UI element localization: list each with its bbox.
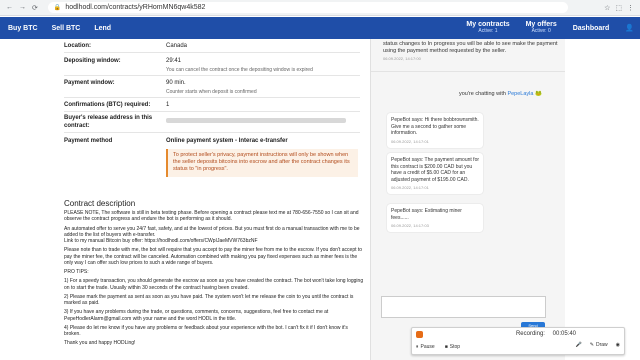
location-value: Canada bbox=[166, 43, 188, 49]
pause-icon: ⏸ bbox=[416, 344, 419, 350]
avatar-icon: 🐸 bbox=[534, 91, 542, 97]
nav-my-contracts-count: Active: 1 bbox=[478, 28, 498, 35]
description-paragraph: 1) For a speedy transaction, you should … bbox=[64, 278, 364, 291]
divider bbox=[64, 52, 360, 53]
draw-label: Draw bbox=[595, 342, 608, 348]
chat-partner-name[interactable]: PepeLayla bbox=[507, 91, 533, 97]
stop-button[interactable]: ■ Stop bbox=[445, 344, 460, 350]
extensions: ☆ ⬚ ⋮ bbox=[604, 4, 640, 12]
description-paragraph: 2) Please mark the payment as sent as so… bbox=[64, 293, 354, 306]
nav-dashboard[interactable]: Dashboard bbox=[573, 25, 610, 32]
recorder-widget: Recording: 00:05:40 ⏸ Pause ■ Stop 🎤 ✎ D… bbox=[411, 327, 625, 355]
description-paragraph: Thank you and happy HODLing! bbox=[64, 340, 136, 347]
forward-icon[interactable]: → bbox=[19, 4, 26, 12]
nav-my-offers[interactable]: My offers Active: 0 bbox=[526, 21, 557, 34]
lock-icon: 🔒 bbox=[53, 5, 62, 11]
chat-message-text: PepeBot says: Estimating miner fees.....… bbox=[391, 208, 462, 221]
description-paragraph: Please note than to trade with me, the b… bbox=[64, 247, 363, 266]
privacy-warning: To protect seller's privacy, payment ins… bbox=[166, 149, 358, 177]
address-bar[interactable]: 🔒 hodlhodl.com/contracts/yRHomMN6qw4k582 bbox=[47, 2, 568, 13]
recording-status: Recording: 00:05:40 bbox=[516, 331, 576, 337]
confirmations-value: 1 bbox=[166, 102, 170, 108]
description-paragraph: 3) If you have any problems during the t… bbox=[64, 309, 329, 322]
chat-message: PepeBot says: Hi there bobbrownsmith. Gi… bbox=[387, 113, 483, 148]
release-address-redacted bbox=[166, 118, 346, 123]
chat-message: PepeBot says: The payment amount for thi… bbox=[387, 153, 483, 195]
location-label: Location: bbox=[64, 43, 91, 49]
payment-window-value: 90 min. bbox=[166, 80, 186, 86]
chat-message-text: PepeBot says: Hi there bobbrownsmith. Gi… bbox=[391, 117, 479, 136]
deposit-window-note: You can cancel the contract once the dep… bbox=[166, 67, 313, 73]
site-header: Buy BTC Sell BTC Lend My contracts Activ… bbox=[0, 17, 640, 39]
mic-icon[interactable]: 🎤 bbox=[576, 342, 582, 348]
reload-icon[interactable]: ⟳ bbox=[32, 4, 38, 12]
chat-message-timestamp: 06.09.2022, 14:17:01 bbox=[391, 185, 429, 190]
description-paragraph: PRO TIPS: bbox=[64, 269, 89, 275]
nav-lend[interactable]: Lend bbox=[94, 25, 111, 32]
description-paragraph: 4) Please do let me know if you have any… bbox=[64, 324, 348, 337]
description-paragraph: PLEASE NOTE, The software is still in be… bbox=[64, 210, 359, 223]
chat-partner-prefix: you're chatting with bbox=[459, 91, 506, 97]
stop-label: Stop bbox=[449, 344, 461, 350]
chat-input[interactable] bbox=[381, 296, 546, 318]
chat-system-text: status changes to In progress you will b… bbox=[383, 41, 558, 55]
release-address-label: Buyer's release address in this contract… bbox=[64, 115, 153, 129]
pause-label: Pause bbox=[420, 344, 435, 350]
pause-button[interactable]: ⏸ Pause bbox=[416, 344, 435, 350]
stop-icon: ■ bbox=[444, 344, 448, 350]
recording-time: 00:05:40 bbox=[552, 331, 576, 337]
pen-icon: ✎ bbox=[589, 342, 594, 348]
contract-description: Contract description PLEASE NOTE, The so… bbox=[64, 199, 364, 350]
url-text: hodlhodl.com/contracts/yRHomMN6qw4k582 bbox=[65, 4, 206, 11]
chat-message-text: PepeBot says: The payment amount for thi… bbox=[391, 157, 480, 183]
nav-my-contracts[interactable]: My contracts Active: 1 bbox=[466, 21, 509, 34]
confirmations-label: Confirmations (BTC) required: bbox=[64, 102, 151, 108]
star-icon[interactable]: ☆ bbox=[604, 4, 610, 12]
description-paragraph: An automated offer to serve you 24/7 fas… bbox=[64, 225, 360, 238]
menu-icon[interactable]: ⋮ bbox=[627, 4, 634, 12]
description-link[interactable]: Link to my manual Bitcoin buy offer: htt… bbox=[64, 238, 364, 244]
page-margin bbox=[565, 39, 640, 360]
divider bbox=[64, 111, 360, 112]
browser-toolbar: ← → ⟳ 🔒 hodlhodl.com/contracts/yRHomMN6q… bbox=[0, 0, 640, 16]
chat-message-timestamp: 06.09.2022, 14:17:01 bbox=[391, 138, 429, 144]
divider bbox=[371, 71, 566, 72]
chat-message: PepeBot says: Estimating miner fees.....… bbox=[387, 204, 483, 233]
chat-panel: status changes to In progress you will b… bbox=[370, 39, 566, 360]
deposit-window-label: Depositing window: bbox=[64, 58, 121, 64]
extension-icon[interactable]: ⬚ bbox=[615, 4, 622, 12]
user-menu-icon[interactable]: 👤 bbox=[625, 24, 634, 32]
payment-method-value: Online payment system - Interac e-transf… bbox=[166, 138, 288, 144]
chat-system-message: status changes to In progress you will b… bbox=[383, 41, 558, 61]
recorder-logo-icon bbox=[416, 331, 423, 338]
description-title: Contract description bbox=[64, 199, 136, 208]
nav-buy-btc[interactable]: Buy BTC bbox=[8, 25, 38, 32]
divider bbox=[64, 97, 360, 98]
back-icon[interactable]: ← bbox=[6, 4, 13, 12]
nav-my-offers-count: Active: 0 bbox=[531, 28, 551, 35]
recording-label: Recording: bbox=[515, 331, 545, 337]
deposit-window-value: 29:41 bbox=[166, 58, 182, 64]
browser-nav: ← → ⟳ bbox=[0, 4, 38, 12]
payment-window-label: Payment window: bbox=[64, 80, 115, 86]
nav-sell-btc[interactable]: Sell BTC bbox=[52, 25, 81, 32]
chat-partner: you're chatting with PepeLayla 🐸 bbox=[459, 91, 542, 97]
divider bbox=[64, 132, 360, 133]
divider bbox=[64, 75, 360, 76]
payment-window-note: Counter starts when deposit is confirmed bbox=[166, 89, 257, 95]
chat-system-timestamp: 06.09.2022, 14:17:00 bbox=[383, 56, 421, 62]
draw-button[interactable]: ✎ Draw bbox=[590, 342, 608, 348]
chat-message-timestamp: 06.09.2022, 14:17:03 bbox=[391, 223, 429, 228]
webcam-icon[interactable]: ◉ bbox=[616, 342, 620, 348]
payment-method-label: Payment method bbox=[64, 138, 113, 144]
